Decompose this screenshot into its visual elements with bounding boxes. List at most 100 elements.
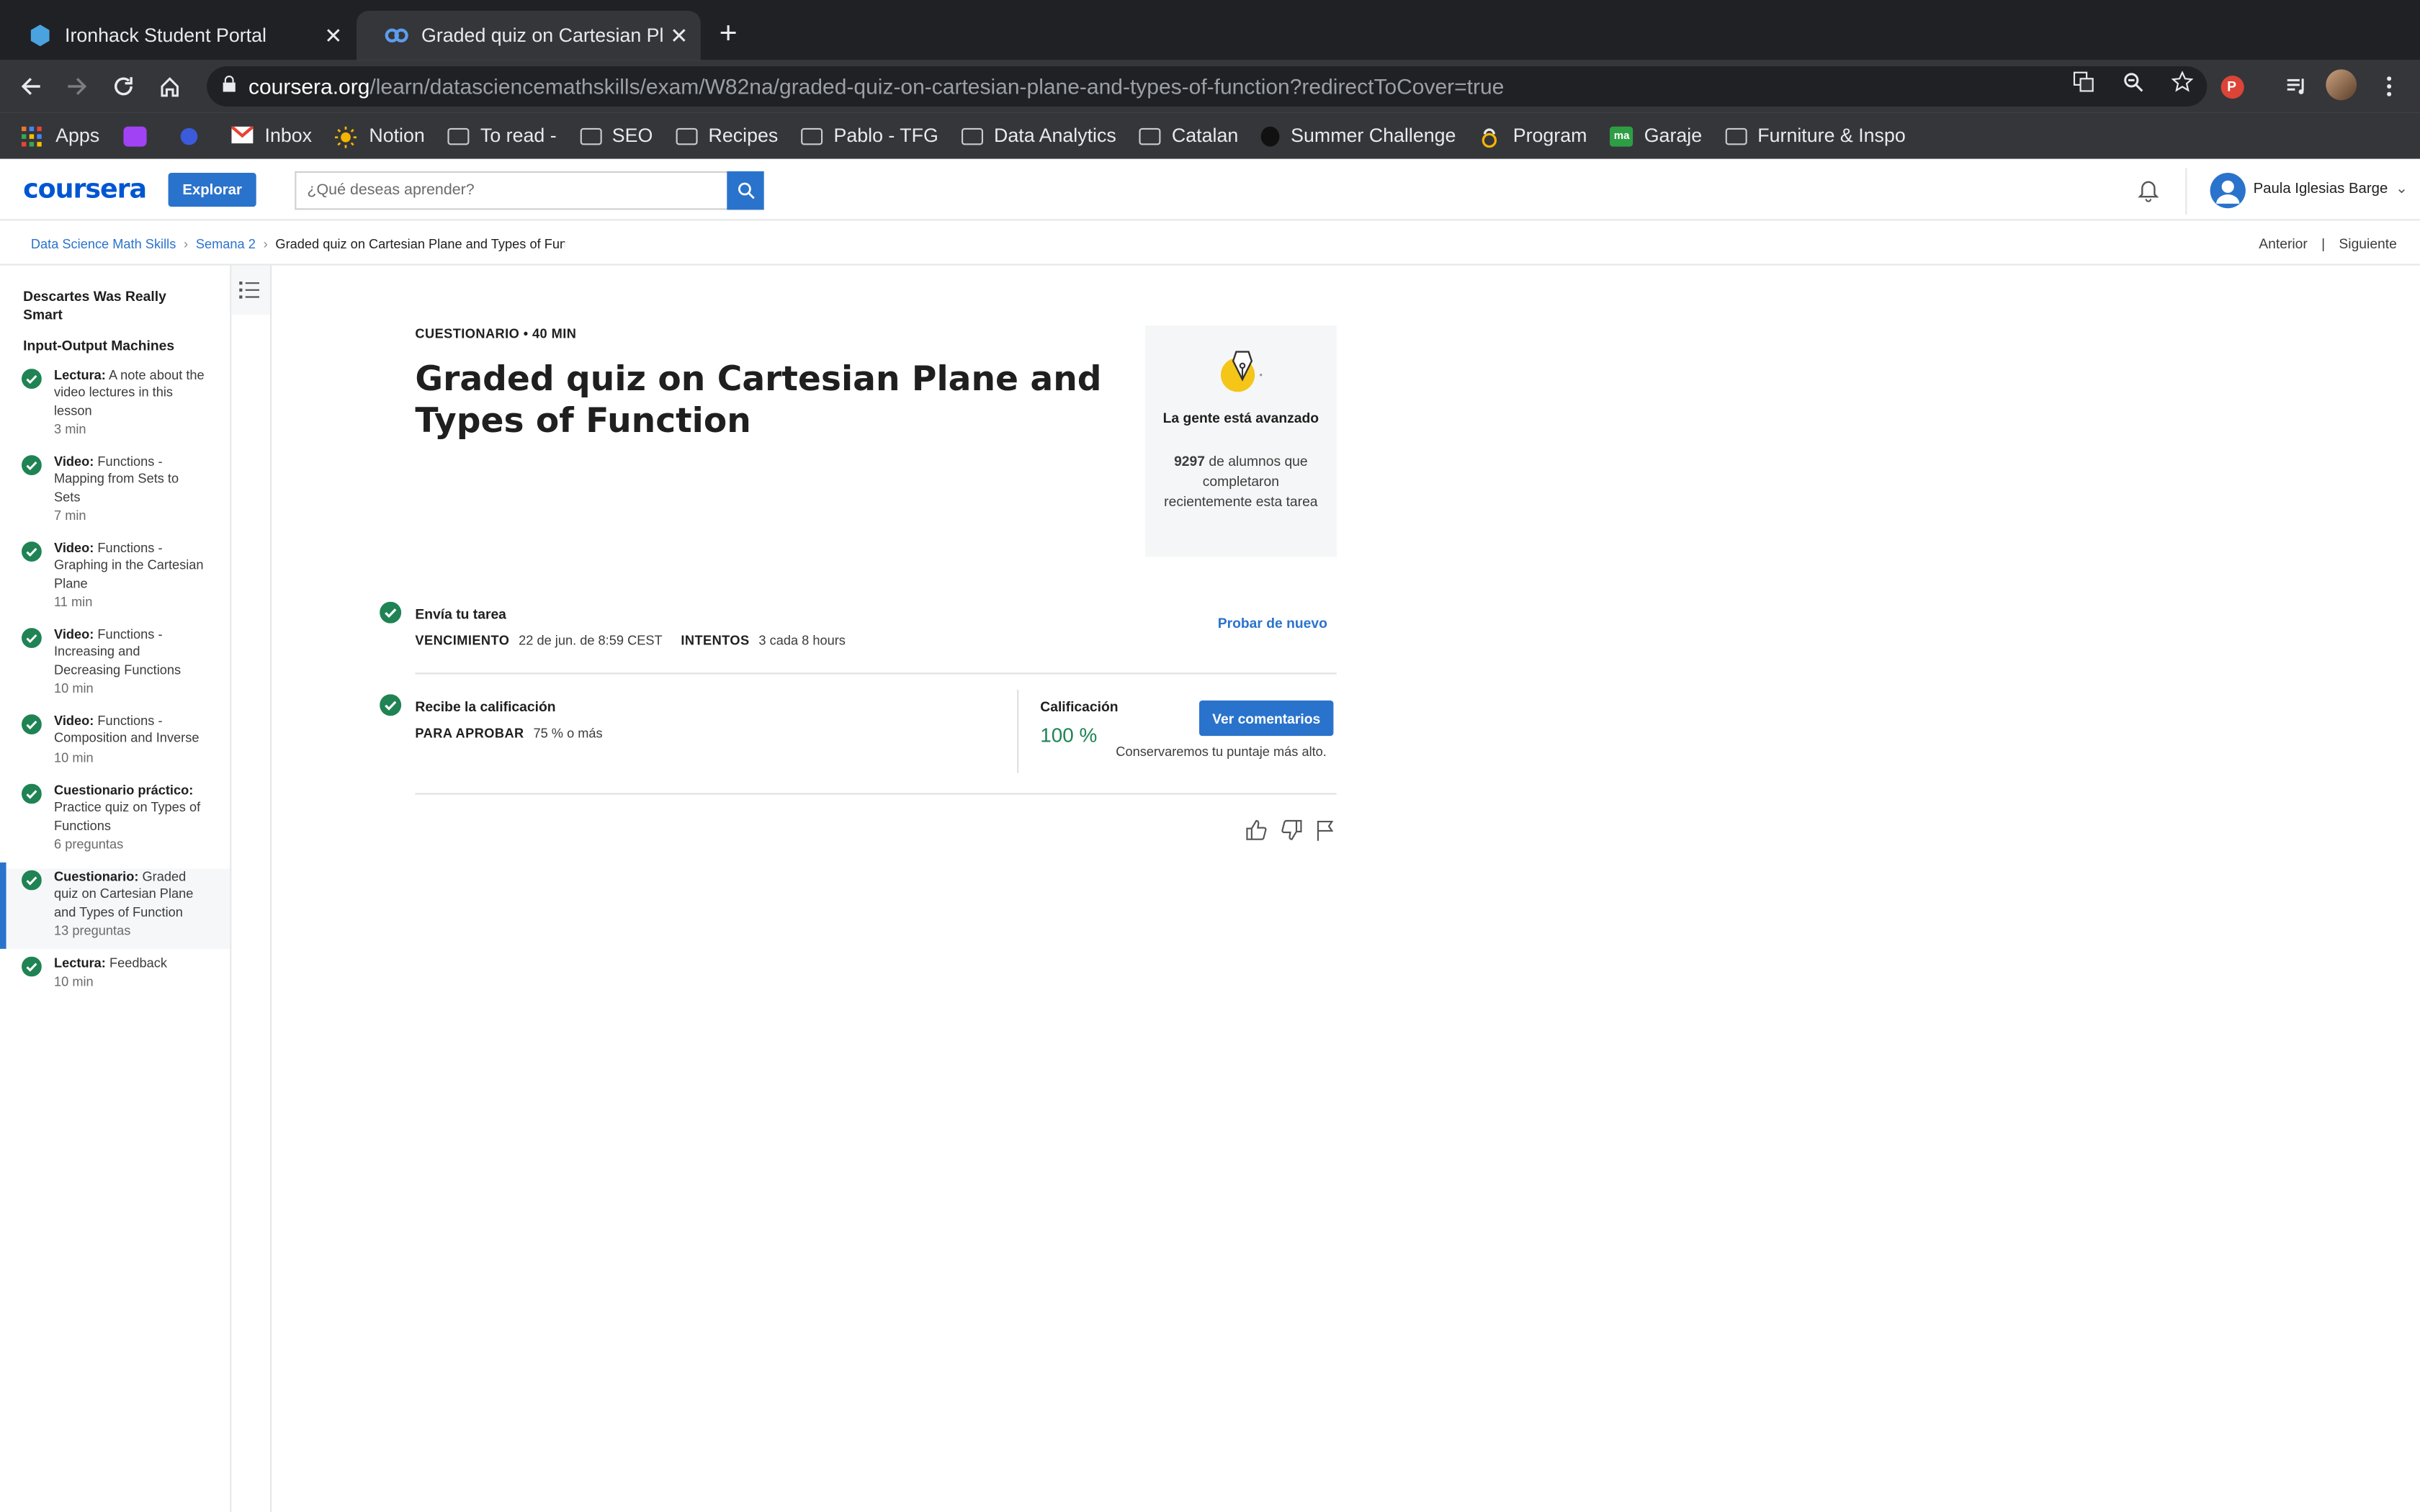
bookmark-inbox[interactable]: Inbox: [229, 125, 313, 147]
tab-coursera-quiz[interactable]: Graded quiz on Cartesian Plane and Types…: [356, 11, 701, 60]
completed-check-icon: [22, 455, 42, 475]
bookmark-to-read[interactable]: To read -: [447, 125, 557, 147]
folder-icon: [1139, 127, 1161, 145]
breadcrumb-course[interactable]: Data Science Math Skills: [31, 236, 176, 251]
completed-check-icon: [380, 601, 402, 624]
completed-check-icon: [22, 870, 42, 891]
bookmark-data-analytics[interactable]: Data Analytics: [962, 125, 1116, 147]
coursera-favicon-icon: [385, 23, 409, 48]
tab-title: Ironhack Student Portal: [65, 24, 266, 47]
sidebar-item-lectura-feedback[interactable]: Lectura: Feedback 10 min: [0, 955, 230, 991]
folder-icon: [962, 127, 984, 145]
search-button[interactable]: [727, 171, 764, 210]
thumbs-up-icon[interactable]: [1245, 819, 1267, 841]
course-outline-sidebar: Descartes Was Really Smart Input-Output …: [0, 265, 232, 1512]
explore-button[interactable]: Explorar: [168, 173, 256, 207]
bookmark-label: Recipes: [708, 125, 779, 147]
bookmark-catalan[interactable]: Catalan: [1139, 125, 1238, 147]
sidebar-item-lectura-note[interactable]: Lectura: A note about the video lectures…: [0, 367, 230, 438]
sidebar-item-graded-quiz[interactable]: Cuestionario: Graded quiz on Cartesian P…: [0, 862, 230, 950]
user-menu[interactable]: Paula Iglesias Barge ⌄: [2254, 181, 2408, 198]
search-input[interactable]: ¿Qué deseas aprender?: [295, 171, 727, 210]
translate-icon[interactable]: [2068, 66, 2099, 97]
chevron-right-icon: ›: [184, 235, 189, 252]
browser-toolbar: coursera.org/learn/datasciencemathskills…: [0, 60, 2420, 113]
bookmark-label: Program: [1512, 125, 1587, 147]
forward-icon[interactable]: [62, 71, 93, 102]
coursera-logo[interactable]: coursera: [23, 174, 147, 205]
tab-ironhack[interactable]: Ironhack Student Portal ✕: [0, 11, 355, 60]
bookmark-pablo-tfg[interactable]: Pablo - TFG: [801, 125, 938, 147]
bookmark-summer-challenge[interactable]: Summer Challenge: [1261, 125, 1456, 147]
ironhack-favicon-icon: [28, 23, 53, 48]
bookmark-label: Pablo - TFG: [833, 125, 938, 147]
bookmark-notion[interactable]: Notion: [335, 125, 425, 148]
sidebar-item-video-increasing[interactable]: Video: Functions - Increasing and Decrea…: [0, 626, 230, 698]
card-text: 9297 de alumnos que completaron reciente…: [1164, 454, 1318, 510]
url-domain: coursera.org: [248, 73, 370, 99]
bookmark-program[interactable]: Program: [1479, 125, 1587, 148]
bookmark-recipes[interactable]: Recipes: [676, 125, 779, 147]
sidebar-item-video-mapping[interactable]: Video: Functions - Mapping from Sets to …: [0, 454, 230, 525]
reload-icon[interactable]: [108, 71, 139, 102]
next-link[interactable]: Siguiente: [2339, 236, 2396, 251]
bookmark-extension-2[interactable]: [179, 127, 208, 145]
bookmark-label: Inbox: [264, 125, 313, 147]
sidebar-item-meta: 7 min: [54, 507, 86, 523]
extension-icon: [122, 125, 146, 146]
back-icon[interactable]: [15, 71, 46, 102]
sidebar-item-meta: 13 preguntas: [54, 922, 131, 938]
thumbs-down-icon[interactable]: [1281, 819, 1303, 841]
zoom-icon[interactable]: [2118, 66, 2148, 97]
user-avatar-icon[interactable]: [2326, 69, 2357, 101]
bookmark-star-icon[interactable]: [2167, 66, 2198, 97]
lesson-title[interactable]: Descartes Was Really Smart: [23, 287, 193, 324]
bookmark-extension-1[interactable]: [122, 125, 156, 146]
sidebar-item-text: Video: Functions - Mapping from Sets to …: [54, 454, 179, 504]
bookmark-furniture[interactable]: Furniture & Inspo: [1725, 125, 1906, 147]
sidebar-item-video-composition[interactable]: Video: Functions - Composition and Inver…: [0, 713, 230, 767]
close-icon[interactable]: ✕: [318, 22, 349, 48]
bookmark-garaje[interactable]: ma Garaje: [1610, 125, 1703, 147]
bookmark-label: Garaje: [1644, 125, 1703, 147]
breadcrumb: Data Science Math Skills › Semana 2 › Gr…: [31, 236, 565, 251]
submit-title: Envía tu tarea: [415, 606, 506, 622]
progress-social-card: La gente está avanzado 9297 de alumnos q…: [1145, 325, 1337, 557]
bookmark-label: Summer Challenge: [1291, 125, 1456, 147]
pen-nib-icon: [1216, 347, 1266, 397]
close-icon[interactable]: ✕: [663, 22, 694, 48]
bookmark-seo[interactable]: SEO: [579, 125, 653, 147]
header-divider: [2185, 168, 2187, 215]
sidebar-item-practice-quiz[interactable]: Cuestionario práctico: Practice quiz on …: [0, 782, 230, 853]
previous-link[interactable]: Anterior: [2259, 236, 2308, 251]
sidebar-item-text: Video: Functions - Composition and Inver…: [54, 712, 200, 746]
list-icon: [239, 282, 259, 299]
bookmark-label: Data Analytics: [994, 125, 1116, 147]
home-icon[interactable]: [154, 71, 185, 102]
lock-icon: [223, 76, 236, 97]
gmail-icon: [229, 125, 254, 146]
address-bar[interactable]: coursera.org/learn/datasciencemathskills…: [207, 66, 2208, 107]
tab-title: Graded quiz on Cartesian Plane and Types…: [421, 24, 664, 47]
breadcrumb-week[interactable]: Semana 2: [196, 236, 256, 251]
extension-icon: [179, 127, 197, 145]
flag-icon[interactable]: [1315, 819, 1337, 841]
completed-check-icon: [22, 714, 42, 734]
bookmark-apps[interactable]: Apps: [22, 125, 99, 147]
toggle-outline-button[interactable]: [231, 265, 270, 315]
bookmark-label: Furniture & Inspo: [1757, 125, 1906, 147]
new-tab-icon[interactable]: +: [720, 19, 738, 50]
url-path: /learn/datasciencemathskills/exam/W82na/…: [369, 73, 1505, 99]
user-avatar[interactable]: [2210, 173, 2246, 209]
notifications-bell-icon[interactable]: [2136, 177, 2161, 202]
profile-extension-icon[interactable]: P: [2216, 71, 2247, 102]
menu-icon[interactable]: [2374, 71, 2405, 102]
sidebar-item-meta: 10 min: [54, 973, 94, 990]
retry-link[interactable]: Probar de nuevo: [1218, 616, 1327, 631]
sidebar-item-video-graphing[interactable]: Video: Functions - Graphing in the Carte…: [0, 540, 230, 611]
chevron-down-icon: ⌄: [2396, 180, 2408, 198]
search-icon: [737, 182, 754, 199]
lesson-title[interactable]: Input-Output Machines: [23, 336, 193, 355]
view-feedback-button[interactable]: Ver comentarios: [1199, 700, 1334, 737]
media-control-icon[interactable]: [2281, 71, 2312, 102]
